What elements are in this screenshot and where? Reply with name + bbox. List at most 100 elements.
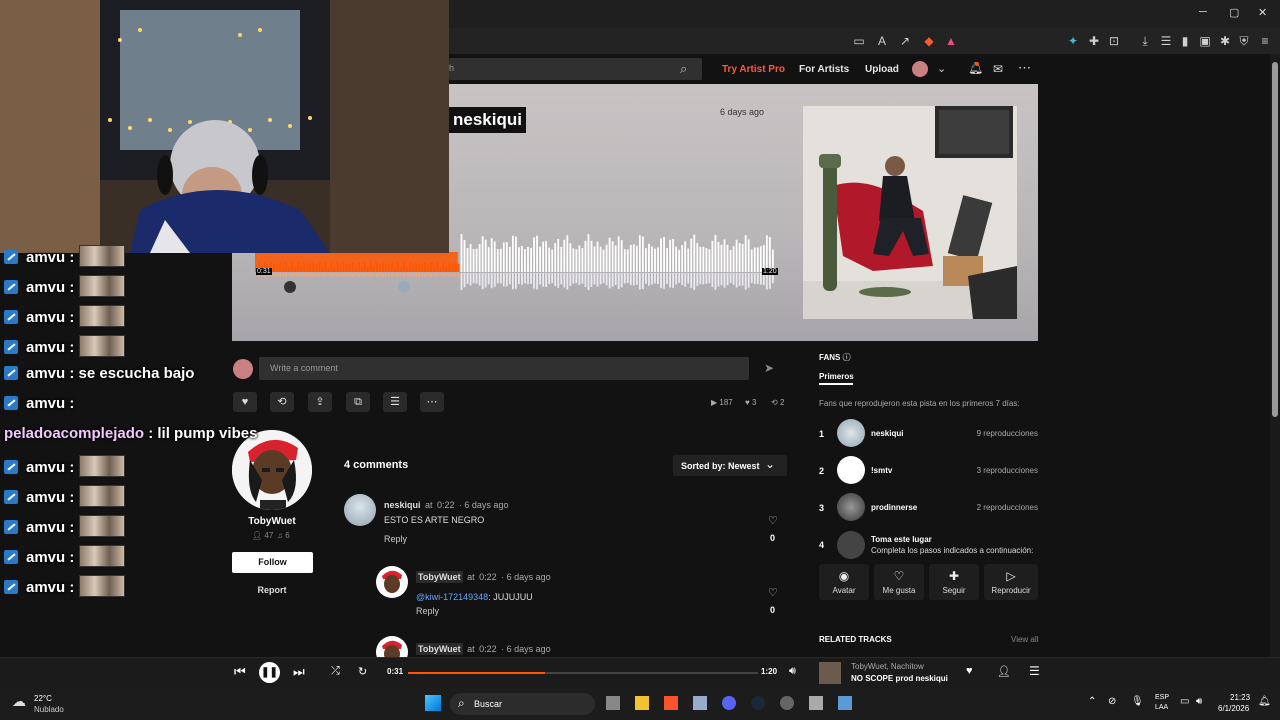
discord-icon[interactable] bbox=[722, 696, 736, 710]
fan-avatar[interactable] bbox=[837, 493, 865, 521]
cta-like[interactable]: ♡ Me gusta bbox=[874, 564, 924, 600]
fan-name[interactable]: !smtv bbox=[871, 466, 892, 475]
obs-icon[interactable] bbox=[780, 696, 794, 710]
app-icon[interactable] bbox=[809, 696, 823, 710]
task-view-icon[interactable] bbox=[606, 696, 620, 710]
send-icon[interactable]: ➤ bbox=[764, 361, 774, 375]
heart-icon[interactable]: ♥ bbox=[966, 665, 973, 677]
fan-name[interactable]: prodinnerse bbox=[871, 503, 917, 512]
close-window-button[interactable]: ✕ bbox=[1258, 6, 1267, 19]
vpn-icon[interactable]: ⛨ bbox=[1237, 34, 1251, 48]
weather-desc[interactable]: Nublado bbox=[34, 705, 64, 714]
menu-icon[interactable]: ≡ bbox=[1258, 34, 1272, 48]
rewards-icon[interactable]: ▲ bbox=[944, 34, 958, 48]
history-icon[interactable]: ☰ bbox=[1159, 34, 1173, 48]
heart-icon[interactable]: ♡ bbox=[768, 586, 778, 599]
mail-icon[interactable]: ✉ bbox=[993, 62, 1003, 76]
comment-timestamp[interactable]: 0:22 bbox=[479, 572, 497, 582]
lang-top[interactable]: ESP bbox=[1155, 694, 1169, 701]
tab-primeros[interactable]: Primeros bbox=[819, 372, 854, 381]
artist-name[interactable]: neskiqui bbox=[449, 107, 526, 133]
reply-button[interactable]: Reply bbox=[384, 534, 407, 544]
start-icon[interactable] bbox=[425, 695, 441, 711]
comment-avatar[interactable] bbox=[376, 566, 408, 598]
brave-icon[interactable] bbox=[664, 696, 678, 710]
waveform-comment-avatar[interactable] bbox=[398, 281, 410, 293]
repeat-icon[interactable]: ↻ bbox=[358, 665, 367, 678]
screen-icon[interactable]: ▭ bbox=[852, 34, 866, 48]
fan-avatar[interactable] bbox=[837, 456, 865, 484]
upload-link[interactable]: Upload bbox=[865, 64, 899, 75]
comment-user[interactable]: TobyWuet bbox=[416, 643, 463, 655]
file-explorer-icon[interactable] bbox=[635, 696, 649, 710]
translate-icon[interactable]: A bbox=[875, 34, 889, 48]
mic-icon[interactable]: 🎙︎ bbox=[1131, 696, 1144, 707]
share-icon[interactable]: ↗ bbox=[898, 34, 912, 48]
comment-user[interactable]: neskiqui bbox=[384, 500, 421, 510]
notifications-icon[interactable]: 🔔︎ bbox=[1258, 696, 1271, 707]
taskbar-search[interactable]: ⌕ Buscar bbox=[450, 693, 595, 715]
steam-icon[interactable] bbox=[751, 696, 765, 710]
for-artists-link[interactable]: For Artists bbox=[799, 64, 849, 75]
previous-icon[interactable]: ⏮ bbox=[234, 664, 246, 680]
sidebar-icon[interactable]: ▮ bbox=[1178, 34, 1192, 48]
fan-name[interactable]: neskiqui bbox=[871, 429, 903, 438]
calculator-icon[interactable] bbox=[693, 696, 707, 710]
download-icon[interactable]: ⤓ bbox=[1138, 34, 1152, 48]
heart-icon[interactable]: ♡ bbox=[768, 514, 778, 527]
display-icon[interactable]: ▭ bbox=[1180, 696, 1189, 707]
chevron-down-icon[interactable]: ⌄ bbox=[937, 62, 946, 75]
comment-avatar[interactable] bbox=[344, 494, 376, 526]
ai-icon[interactable]: ✦ bbox=[1066, 34, 1080, 48]
lang-bottom[interactable]: LAA bbox=[1155, 704, 1168, 711]
search-icon[interactable]: ⌕ bbox=[680, 61, 687, 77]
scrollbar-thumb[interactable] bbox=[1272, 62, 1278, 417]
player-progress[interactable] bbox=[408, 672, 758, 674]
cta-follow[interactable]: ✚ Seguir bbox=[929, 564, 979, 600]
tray-chevron-icon[interactable]: ⌃ bbox=[1088, 696, 1096, 707]
more-icon[interactable]: ⋯ bbox=[1018, 60, 1031, 76]
pause-button[interactable]: ❚❚ bbox=[259, 662, 280, 683]
minimize-button[interactable]: ─ bbox=[1199, 6, 1207, 18]
weather-temp[interactable]: 22°C bbox=[34, 694, 52, 703]
cta-avatar[interactable]: ◉ Avatar bbox=[819, 564, 869, 600]
volume-icon[interactable]: 🔊︎ bbox=[789, 665, 796, 678]
notepad-icon[interactable] bbox=[838, 696, 852, 710]
speaker-icon[interactable]: 🔊︎ bbox=[1196, 696, 1202, 707]
now-playing-artist[interactable]: TobyWuet, Nachitow bbox=[851, 662, 924, 671]
comment-mention[interactable]: @kiwi-172149348 bbox=[416, 592, 488, 602]
search-input[interactable]: h ⌕ bbox=[449, 58, 702, 80]
extensions-icon[interactable]: ✚ bbox=[1087, 34, 1101, 48]
next-icon[interactable]: ⏭ bbox=[293, 664, 305, 680]
avatar[interactable] bbox=[912, 61, 928, 77]
comment-timestamp[interactable]: 0:22 bbox=[437, 500, 455, 510]
follow-icon[interactable]: 👤︎ bbox=[997, 665, 1011, 678]
fan-avatar[interactable] bbox=[837, 419, 865, 447]
weather-icon[interactable]: ☁ bbox=[12, 693, 26, 710]
more-button[interactable]: ⋯ bbox=[420, 392, 444, 412]
puzzle-icon[interactable]: ✱ bbox=[1218, 34, 1232, 48]
view-all-link[interactable]: View all bbox=[1011, 635, 1038, 644]
maximize-button[interactable]: ▢ bbox=[1229, 6, 1239, 19]
info-icon[interactable]: ⓘ bbox=[843, 353, 851, 362]
queue-icon[interactable]: ☰ bbox=[1029, 664, 1040, 678]
copy-link-button[interactable]: ⧉ bbox=[346, 392, 370, 412]
comment-avatar[interactable] bbox=[376, 636, 408, 657]
cta-play[interactable]: ▷ Reproducir bbox=[984, 564, 1038, 600]
reply-button[interactable]: Reply bbox=[416, 606, 439, 616]
wallet-icon[interactable]: ▣ bbox=[1198, 34, 1212, 48]
brave-shield-icon[interactable]: ◆ bbox=[922, 34, 936, 48]
now-playing-title[interactable]: NO SCOPE prod neskiqui bbox=[851, 674, 948, 683]
comment-timestamp[interactable]: 0:22 bbox=[479, 644, 497, 654]
add-to-playlist-button[interactable]: ☰ bbox=[383, 392, 407, 412]
track-artwork[interactable] bbox=[803, 106, 1017, 319]
try-artist-pro-link[interactable]: Try Artist Pro bbox=[722, 64, 785, 75]
screenshot-icon[interactable]: ⊡ bbox=[1107, 34, 1121, 48]
now-playing-artwork[interactable] bbox=[819, 662, 841, 684]
shuffle-icon[interactable]: ⤮ bbox=[331, 665, 340, 678]
clock-date[interactable]: 6/1/2026 bbox=[1218, 704, 1249, 713]
sort-dropdown[interactable]: Sorted by: Newest ⌄ bbox=[673, 455, 787, 476]
page-scrollbar[interactable] bbox=[1270, 54, 1280, 657]
comment-user[interactable]: TobyWuet bbox=[416, 571, 463, 583]
network-off-icon[interactable]: ⊘ bbox=[1108, 696, 1116, 707]
